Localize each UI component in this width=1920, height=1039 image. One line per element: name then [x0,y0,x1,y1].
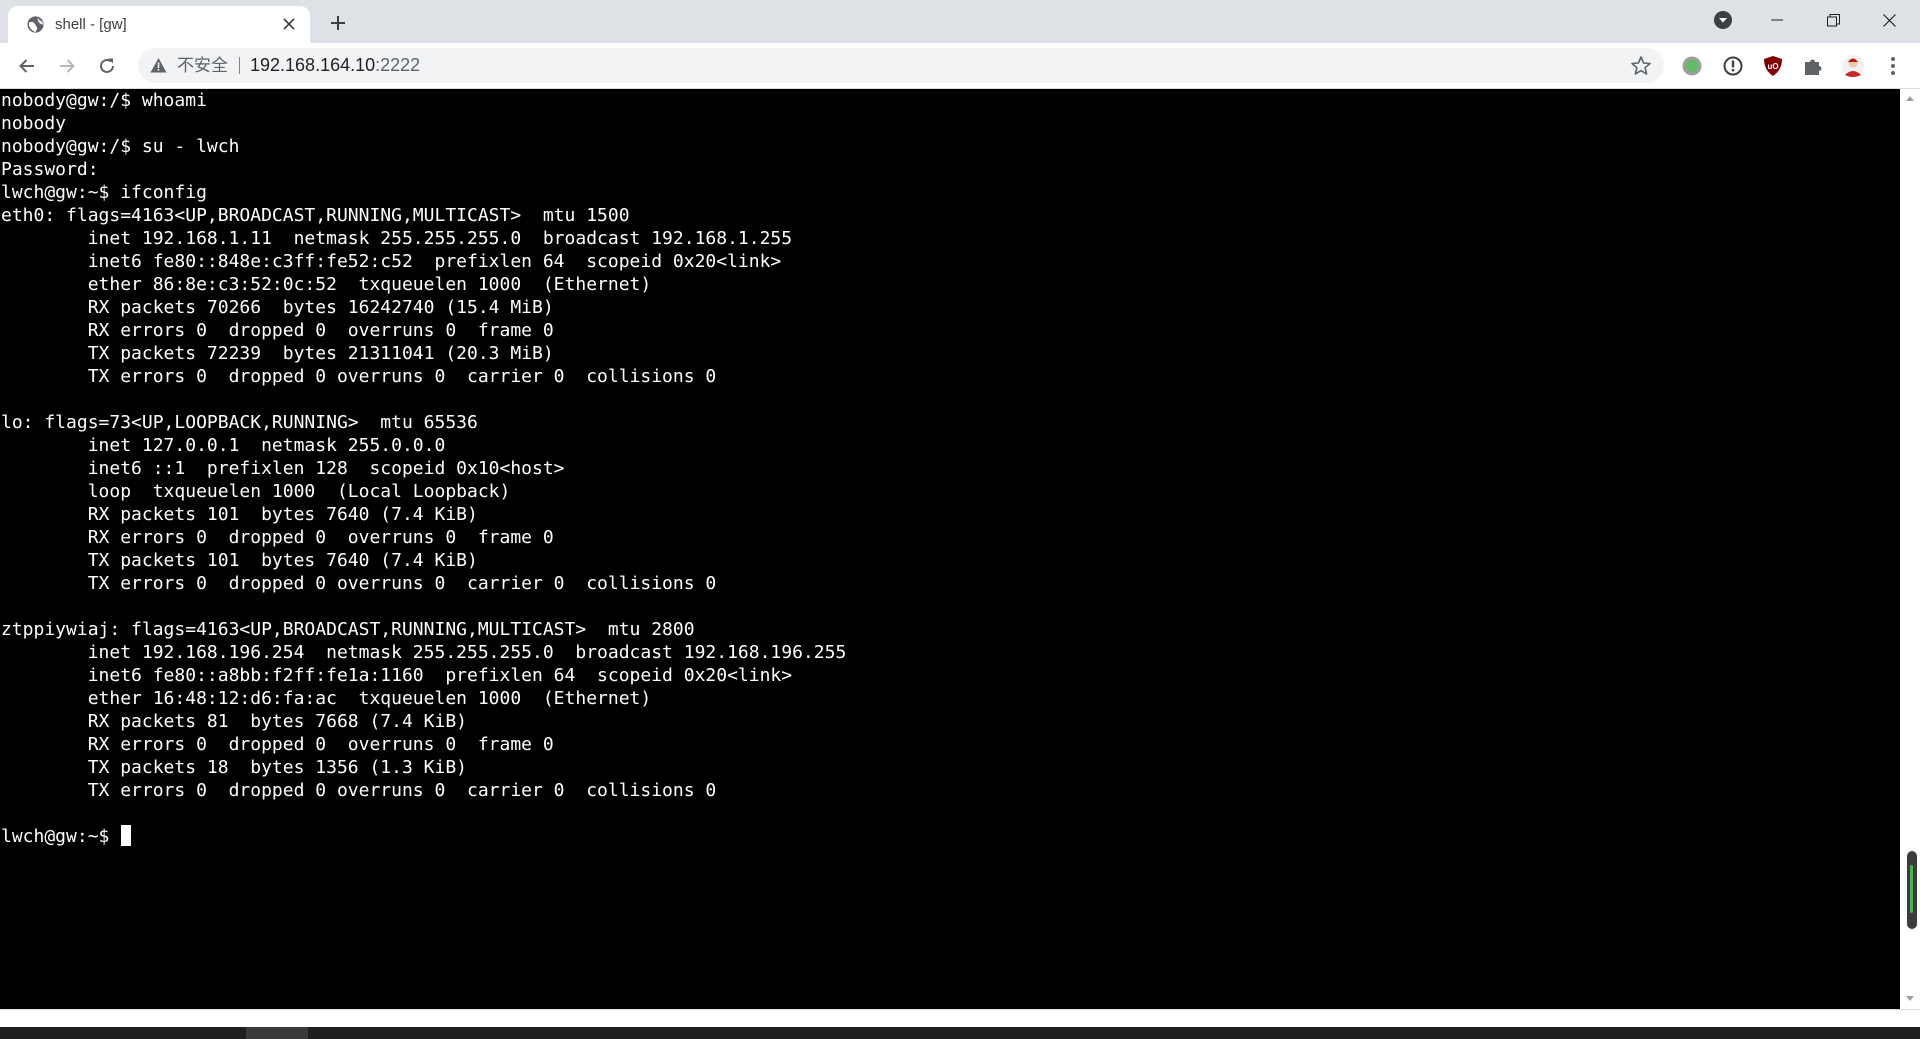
minimize-button[interactable] [1754,0,1800,40]
os-taskbar [0,1027,1920,1039]
plus-icon [331,16,345,30]
terminal-line: lwch@gw:~$ ifconfig [1,182,207,203]
terminal-scrollbar[interactable] [1900,89,1920,1009]
close-window-button[interactable] [1866,0,1912,40]
scrollbar-thumb-highlight [1910,865,1913,913]
globe-icon [27,16,44,33]
taskbar-active-app[interactable] [246,1027,308,1039]
arrow-left-icon [19,59,34,73]
terminal-line: inet6 fe80::848e:c3ff:fe52:c52 prefixlen… [1,251,782,272]
info-circle-icon [1723,56,1743,76]
minimize-icon [1771,19,1783,21]
terminal-line: loop txqueuelen 1000 (Local Loopback) [1,481,511,502]
url-host: 192.168.164.10 [250,55,376,75]
scroll-up-icon[interactable] [1905,94,1915,104]
reload-button[interactable] [91,50,123,82]
reload-icon [100,58,114,73]
terminal-line: TX packets 18 bytes 1356 (1.3 KiB) [1,757,467,778]
terminal-output: nobody@gw:/$ whoami nobody nobody@gw:/$ su… [1,89,846,848]
extension-green-circle[interactable] [1679,53,1705,79]
restore-button[interactable] [1810,0,1856,40]
star-icon[interactable] [1630,55,1652,77]
terminal-line: inet 192.168.196.254 netmask 255.255.255… [1,642,847,663]
terminal-line: RX errors 0 dropped 0 overruns 0 frame 0 [1,527,554,548]
terminal-line: Password: [1,159,99,180]
browser-menu-button[interactable] [1880,53,1906,79]
terminal-line: lo: flags=73<UP,LOOPBACK,RUNNING> mtu 65… [1,412,478,433]
scroll-down-icon[interactable] [1905,993,1915,1003]
tab-title: shell - [gw] [55,16,127,33]
terminal-prompt-line[interactable]: lwch@gw:~$ [1,825,846,848]
terminal-line: TX errors 0 dropped 0 overruns 0 carrier… [1,780,717,801]
security-label[interactable]: 不安全 [177,56,228,75]
extension-info[interactable] [1720,53,1746,79]
terminal-line: RX packets 81 bytes 7668 (7.4 KiB) [1,711,467,732]
omnibox-separator [239,57,240,74]
browser-bottom-edge [0,1009,1920,1027]
terminal-line: inet6 fe80::a8bb:f2ff:fe1a:1160 prefixle… [1,665,793,686]
puzzle-icon [1805,59,1822,75]
terminal-line: RX packets 101 bytes 7640 (7.4 KiB) [1,504,478,525]
terminal-line: nobody [1,113,67,134]
svg-text:uO: uO [1767,62,1778,71]
back-button[interactable] [11,50,43,82]
close-icon [1882,13,1896,27]
scrollbar-thumb[interactable] [1907,851,1917,929]
terminal-line: inet 192.168.1.11 netmask 255.255.255.0 … [1,228,793,249]
ublock-shield-icon: uO [1764,56,1782,76]
arrow-right-icon [60,59,75,73]
url-text[interactable]: 192.168.164.10:2222 [250,56,420,75]
terminal-line: nobody@gw:/$ su - lwch [1,136,240,157]
terminal-line: inet6 ::1 prefixlen 128 scopeid 0x10<hos… [1,458,565,479]
tab-shell-gw[interactable]: shell - [gw] [8,6,310,43]
close-tab-icon[interactable] [279,14,299,34]
tab-strip: shell - [gw] [0,0,1920,43]
chevron-down-circle-icon [1714,11,1732,29]
terminal-line: TX packets 101 bytes 7640 (7.4 KiB) [1,550,478,571]
forward-button[interactable] [51,50,83,82]
terminal-line: inet 127.0.0.1 netmask 255.0.0.0 [1,435,446,456]
restore-icon [1826,13,1840,26]
extensions-button[interactable] [1800,53,1826,79]
terminal-line: TX errors 0 dropped 0 overruns 0 carrier… [1,366,717,387]
terminal-line: RX errors 0 dropped 0 overruns 0 frame 0 [1,734,554,755]
extension-ublock[interactable]: uO [1760,53,1786,79]
terminal-line: ether 86:8e:c3:52:0c:52 txqueuelen 1000 … [1,274,652,295]
new-tab-button[interactable] [324,9,352,37]
terminal-line: TX packets 72239 bytes 21311041 (20.3 Mi… [1,343,554,364]
terminal-viewport[interactable]: nobody@gw:/$ whoami nobody nobody@gw:/$ su… [0,89,1900,1009]
terminal-cursor [121,825,132,846]
profile-avatar-icon [1842,55,1864,77]
url-port: :2222 [375,55,421,75]
warning-triangle-icon[interactable] [150,57,167,74]
terminal-line: TX errors 0 dropped 0 overruns 0 carrier… [1,573,717,594]
terminal-prompt: lwch@gw:~$ [1,826,121,847]
kebab-menu-icon [1891,57,1895,75]
browser-toolbar: 不安全 192.168.164.10:2222 uO [0,43,1920,89]
terminal-line: ztppiywiaj: flags=4163<UP,BROADCAST,RUNN… [1,619,695,640]
profile-button[interactable] [1840,53,1866,79]
tab-search-button[interactable] [1700,0,1746,40]
address-bar[interactable]: 不安全 192.168.164.10:2222 [138,48,1664,83]
terminal-line: eth0: flags=4163<UP,BROADCAST,RUNNING,MU… [1,205,630,226]
terminal-line: RX errors 0 dropped 0 overruns 0 frame 0 [1,320,554,341]
circle-green-icon [1682,56,1702,76]
terminal-line: ether 16:48:12:d6:fa:ac txqueuelen 1000 … [1,688,652,709]
terminal-line: nobody@gw:/$ whoami [1,90,207,111]
terminal-line: RX packets 70266 bytes 16242740 (15.4 Mi… [1,297,554,318]
